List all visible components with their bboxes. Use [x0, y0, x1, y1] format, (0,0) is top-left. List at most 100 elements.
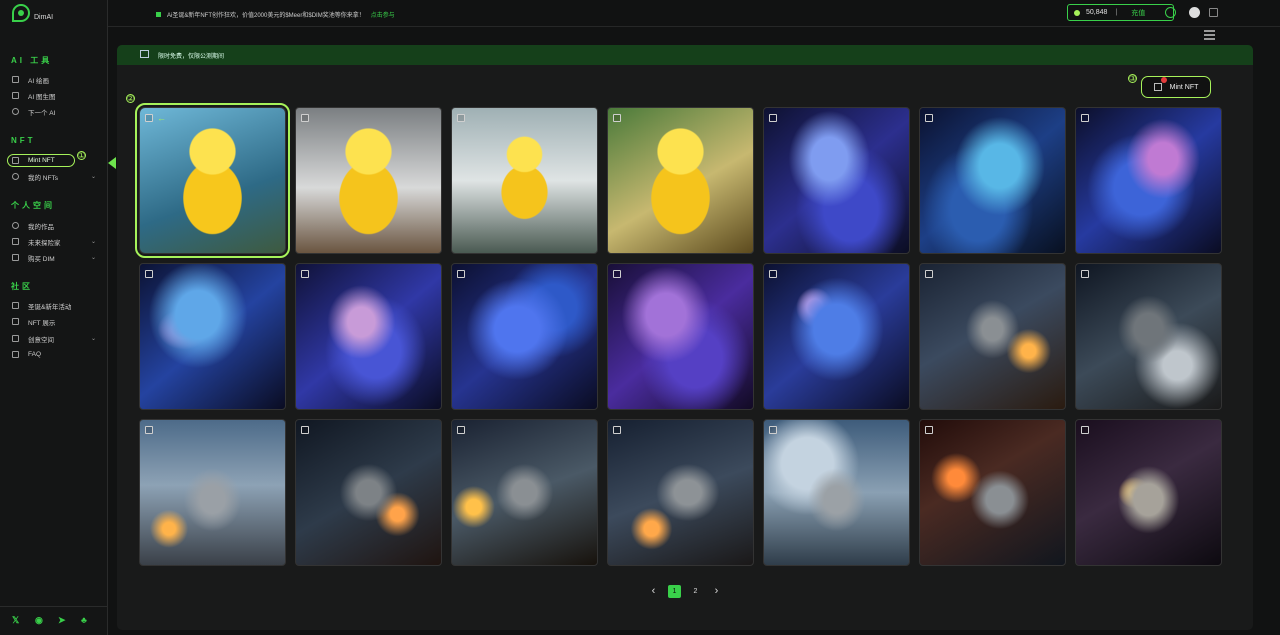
prev-page-button[interactable]: ‹	[647, 585, 660, 598]
artwork-card[interactable]	[763, 263, 910, 410]
layout-toggle-icon[interactable]	[1204, 30, 1215, 42]
page-button[interactable]: 2	[689, 585, 702, 598]
artwork-card[interactable]	[763, 419, 910, 566]
select-checkbox[interactable]	[769, 270, 777, 278]
select-checkbox[interactable]	[1081, 270, 1089, 278]
mint-nft-button[interactable]: Mint NFT	[1141, 76, 1211, 98]
select-checkbox[interactable]	[613, 270, 621, 278]
sidebar-item-ai-painting[interactable]: AI 绘画	[12, 73, 96, 86]
top-bar: Ai圣诞&新年NFT创作狂欢，价值2000美元的$Meer和$DIM奖池等你来拿…	[108, 0, 1280, 40]
recharge-button[interactable]: 充值	[1131, 8, 1145, 18]
community-icon[interactable]: ♣	[81, 616, 90, 625]
select-checkbox[interactable]	[145, 270, 153, 278]
language-globe-icon[interactable]	[1165, 7, 1176, 18]
artwork-card[interactable]	[607, 419, 754, 566]
sidebar-item-future-explorer[interactable]: 未来探险家 ⌄	[12, 235, 96, 248]
sidebar-item-creative-space[interactable]: 创意空间 ⌄	[12, 332, 96, 345]
select-checkbox[interactable]	[457, 114, 465, 122]
gift-icon	[12, 302, 19, 309]
next-page-button[interactable]: ›	[710, 585, 723, 598]
sidebar-item-label: 我的作品	[28, 223, 54, 231]
brand-logo[interactable]: DimAI	[12, 4, 53, 22]
select-checkbox[interactable]	[613, 114, 621, 122]
balance-separator: |	[1115, 9, 1118, 16]
nft-icon	[12, 173, 19, 180]
section-title-ai-tools: AI 工具	[11, 56, 53, 65]
sidebar-item-label: AI 绘画	[28, 77, 49, 85]
artwork-card[interactable]	[607, 263, 754, 410]
gallery-icon	[12, 318, 19, 325]
avatar[interactable]	[1189, 7, 1200, 18]
select-checkbox[interactable]	[613, 426, 621, 434]
select-checkbox[interactable]	[925, 426, 933, 434]
select-checkbox[interactable]	[769, 114, 777, 122]
artwork-card[interactable]	[451, 419, 598, 566]
artwork-card[interactable]	[763, 107, 910, 254]
select-checkbox[interactable]	[145, 114, 153, 122]
telegram-icon[interactable]: ➤	[58, 616, 67, 625]
gear-icon	[12, 222, 19, 229]
artwork-grid: ←	[135, 103, 1224, 567]
artwork-card[interactable]	[1075, 107, 1222, 254]
sidebar-divider	[0, 606, 108, 607]
chevron-down-icon: ⌄	[90, 174, 96, 180]
sidebar-item-xmas-event[interactable]: 圣诞&新年活动	[12, 299, 96, 312]
select-checkbox[interactable]	[925, 114, 933, 122]
coin-icon	[1074, 9, 1080, 16]
select-checkbox[interactable]	[457, 426, 465, 434]
notice-icon	[156, 12, 161, 17]
sidebar-item-faq[interactable]: FAQ	[12, 348, 96, 361]
sidebar-item-ai-img2img[interactable]: AI 图生图	[12, 89, 96, 102]
step-badge-3: ③	[1128, 74, 1137, 83]
sidebar-item-label: 购买 DIM	[28, 255, 55, 263]
artwork-card[interactable]	[139, 419, 286, 566]
select-checkbox[interactable]	[301, 114, 309, 122]
page-button[interactable]: 1	[668, 585, 681, 598]
sidebar-item-next-ai[interactable]: 下一个 AI	[12, 105, 96, 118]
brand-name: DimAI	[34, 13, 54, 21]
artwork-card[interactable]	[1075, 263, 1222, 410]
space-icon	[12, 335, 19, 342]
sidebar-item-my-works[interactable]: 我的作品	[12, 219, 96, 232]
artwork-card[interactable]	[919, 419, 1066, 566]
section-title-personal: 个人空间	[11, 201, 55, 210]
artwork-card[interactable]	[139, 263, 286, 410]
sidebar-item-buy-dim[interactable]: 购买 DIM ⌄	[12, 251, 96, 264]
notice-link[interactable]: 点击参与	[371, 10, 395, 19]
artwork-card[interactable]	[919, 263, 1066, 410]
logout-icon[interactable]	[1209, 8, 1218, 17]
sidebar-item-nft-showcase[interactable]: NFT 展示	[12, 315, 96, 328]
chevron-down-icon: ⌄	[90, 336, 96, 342]
artwork-card[interactable]	[451, 107, 598, 254]
select-checkbox[interactable]	[457, 270, 465, 278]
artwork-card[interactable]	[295, 419, 442, 566]
logo-icon	[12, 4, 30, 22]
monitor-icon	[140, 50, 149, 58]
select-checkbox[interactable]	[1081, 426, 1089, 434]
select-checkbox[interactable]	[1081, 114, 1089, 122]
discord-icon[interactable]: ◉	[35, 616, 44, 625]
artwork-card[interactable]	[295, 107, 442, 254]
main-panel: 限时免费，仅限公测期间 ③ ② Mint NFT ← ‹ 1 2 ›	[117, 45, 1253, 630]
x-twitter-icon[interactable]: 𝕏	[12, 616, 21, 625]
sidebar-item-label: 创意空间	[28, 336, 54, 344]
sidebar-item-mint-nft[interactable]: Mint NFT	[7, 154, 75, 167]
select-checkbox[interactable]	[769, 426, 777, 434]
sidebar: DimAI AI 工具 AI 绘画 AI 图生图 下一个 AI NFT Mint…	[0, 0, 116, 635]
artwork-card[interactable]	[1075, 419, 1222, 566]
artwork-card[interactable]	[295, 263, 442, 410]
sidebar-item-my-nfts[interactable]: 我的 NFTs ⌄	[12, 170, 96, 183]
explorer-icon	[12, 238, 19, 245]
artwork-card[interactable]	[919, 107, 1066, 254]
artwork-card[interactable]	[607, 107, 754, 254]
sidebar-item-label: 下一个 AI	[28, 109, 56, 117]
artwork-card[interactable]	[451, 263, 598, 410]
app-root: DimAI AI 工具 AI 绘画 AI 图生图 下一个 AI NFT Mint…	[0, 0, 1280, 635]
image-icon	[12, 76, 19, 83]
select-checkbox[interactable]	[145, 426, 153, 434]
select-checkbox[interactable]	[301, 270, 309, 278]
sidebar-item-label: Mint NFT	[28, 157, 55, 164]
artwork-card[interactable]: ←	[135, 103, 290, 258]
select-checkbox[interactable]	[301, 426, 309, 434]
select-checkbox[interactable]	[925, 270, 933, 278]
